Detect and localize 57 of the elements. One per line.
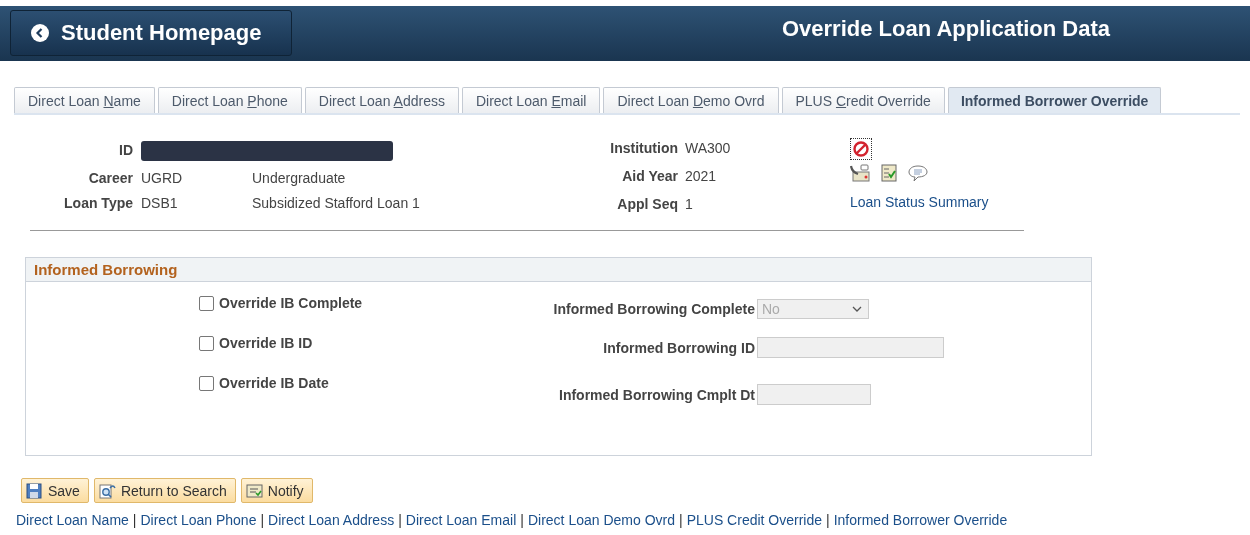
checkbox-label: Override IB ID bbox=[219, 335, 313, 351]
tab[interactable]: Direct Loan Phone bbox=[157, 87, 302, 113]
tab[interactable]: Direct Loan Address bbox=[304, 87, 459, 113]
checkbox[interactable] bbox=[199, 375, 214, 391]
link-separator: | bbox=[260, 512, 265, 528]
field-value: 2021 bbox=[685, 168, 718, 184]
checklist-icon bbox=[880, 164, 898, 182]
notify-button[interactable]: Notify bbox=[240, 478, 313, 503]
save-button[interactable]: Save bbox=[21, 478, 89, 503]
page-title: Override Loan Application Data bbox=[781, 15, 1111, 42]
field-label: Informed Borrowing Cmplt Dt bbox=[558, 386, 756, 403]
tab[interactable]: Direct Loan Demo Ovrd bbox=[603, 87, 779, 113]
loan-status-link[interactable]: Loan Status Summary bbox=[850, 194, 989, 210]
group-title: Informed Borrowing bbox=[26, 258, 1091, 282]
field-label: Career bbox=[87, 170, 134, 186]
field-description: Subsidized Stafford Loan 1 bbox=[252, 195, 421, 211]
footer-link[interactable]: Direct Loan Email bbox=[405, 512, 517, 528]
footer-link[interactable]: Direct Loan Address bbox=[268, 512, 395, 528]
field-value: DSB1 bbox=[141, 195, 179, 211]
footer-link[interactable]: Direct Loan Name bbox=[16, 512, 129, 528]
checkbox[interactable] bbox=[199, 335, 214, 351]
link-separator: | bbox=[398, 512, 402, 528]
field-value: UGRD bbox=[141, 170, 184, 186]
field-value: WA300 bbox=[685, 140, 732, 156]
phone-letter-icon bbox=[850, 164, 870, 182]
tab[interactable]: Direct Loan Name bbox=[14, 87, 155, 113]
link-separator: | bbox=[679, 512, 683, 528]
field-label: Appl Seq bbox=[616, 196, 679, 212]
return-to-search-button[interactable]: Return to Search bbox=[93, 478, 236, 503]
speech-bubble-icon bbox=[908, 164, 928, 182]
field-value: 1 bbox=[685, 196, 694, 212]
tab[interactable]: Informed Borrower Override bbox=[947, 87, 1162, 113]
field-label: Informed Borrowing Complete bbox=[552, 301, 756, 317]
chevron-down-icon bbox=[852, 306, 862, 312]
footer-link[interactable]: Direct Loan Phone bbox=[140, 512, 257, 528]
field-label: Aid Year bbox=[621, 168, 679, 184]
checkbox[interactable] bbox=[199, 295, 214, 311]
field-label: Informed Borrowing ID bbox=[602, 339, 756, 356]
stop-button[interactable] bbox=[850, 138, 872, 160]
checkbox-label: Override IB Complete bbox=[219, 295, 363, 311]
tab[interactable]: PLUS Credit Override bbox=[781, 87, 945, 113]
field-label: ID bbox=[118, 142, 134, 160]
link-separator: | bbox=[826, 512, 830, 528]
footer-link[interactable]: Informed Borrower Override bbox=[833, 512, 1008, 528]
footer-link[interactable]: Direct Loan Demo Ovrd bbox=[527, 512, 675, 528]
field-label: Institution bbox=[609, 140, 679, 156]
link-separator: | bbox=[132, 512, 137, 528]
magnifier-page-icon bbox=[98, 482, 116, 499]
prohibited-icon bbox=[853, 141, 869, 157]
link-separator: | bbox=[520, 512, 524, 528]
field-description: Undergraduate bbox=[252, 170, 347, 186]
home-button[interactable]: Student Homepage bbox=[10, 10, 292, 56]
notepad-icon bbox=[245, 482, 263, 499]
field-label: Loan Type bbox=[63, 195, 134, 211]
checkbox-label: Override IB Date bbox=[219, 375, 329, 391]
tab[interactable]: Direct Loan Email bbox=[461, 87, 601, 113]
footer-link[interactable]: PLUS Credit Override bbox=[686, 512, 823, 528]
